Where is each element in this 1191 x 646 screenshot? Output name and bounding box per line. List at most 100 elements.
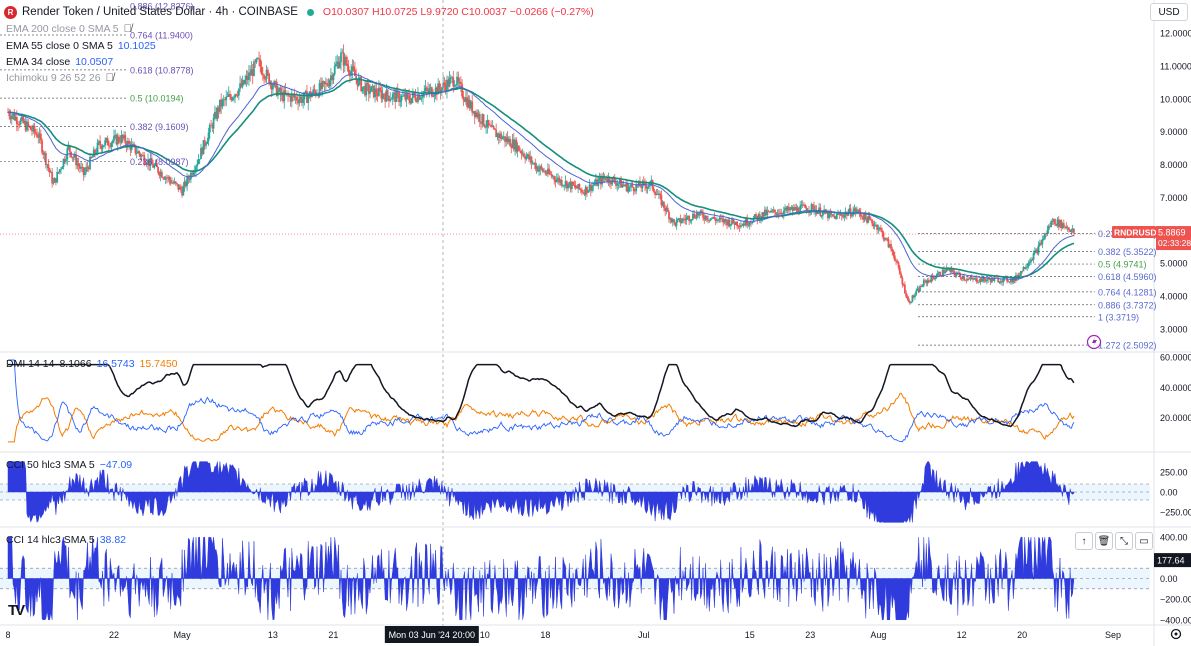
candle-body — [652, 188, 655, 192]
maximize-icon[interactable]: ▭ — [1135, 532, 1153, 550]
candle-body — [587, 190, 590, 193]
candle-body — [290, 94, 293, 102]
candle-body — [835, 214, 838, 220]
arrow-up-icon[interactable]: ↑ — [1075, 532, 1093, 550]
price-tick-label: 7.0000 — [1160, 193, 1188, 203]
candle-body — [555, 179, 558, 182]
candle-body — [60, 168, 62, 170]
candle-body — [747, 224, 750, 226]
collapse-icon[interactable]: ⤡ — [1115, 532, 1133, 550]
candle-body — [906, 296, 909, 299]
candle-body — [886, 238, 889, 240]
cci14-tick-label: −400.00 — [1160, 615, 1191, 625]
candle-body — [457, 76, 460, 83]
fib-level-label: 0.618 (4.5960) — [1098, 272, 1157, 282]
candle-body — [365, 83, 368, 96]
fib-level-label: 1.272 (2.5092) — [1098, 341, 1157, 351]
gear-icon-hub — [1174, 632, 1178, 636]
time-tick-label: 8 — [5, 630, 10, 640]
candle-body — [631, 184, 634, 188]
eye-crossed-icon[interactable]: 👁̸ — [124, 23, 132, 35]
candle-body — [693, 213, 696, 218]
countdown-label: 02:33:28 — [1158, 238, 1191, 248]
candle-body — [892, 251, 895, 256]
legend-ema55[interactable]: EMA 55 close 0 SMA 5 10.1025 — [6, 40, 156, 52]
cci14-tick-label: 400.00 — [1160, 533, 1188, 543]
candle-body — [375, 88, 378, 95]
candle-body — [295, 96, 298, 101]
candle-body — [683, 218, 686, 220]
candle-body — [168, 177, 171, 181]
candle-body — [820, 215, 823, 217]
candle-body — [205, 143, 207, 146]
legend-ema34[interactable]: EMA 34 close 10.0507 — [6, 56, 113, 68]
legend-cci50[interactable]: CCI 50 hlc3 SMA 5 −47.09 — [6, 459, 132, 471]
candle-body — [340, 52, 342, 63]
legend-ichimoku[interactable]: Ichimoku 9 26 52 26 👁̸ — [6, 72, 114, 84]
candle-body — [307, 96, 310, 103]
fib-level-label: 0.382 (5.3522) — [1098, 247, 1157, 257]
currency-selector[interactable]: USD — [1150, 3, 1188, 21]
symbol-title[interactable]: Render Token / United States Dollar · 4h… — [22, 6, 298, 18]
candle-body — [898, 267, 901, 274]
symbol-tag-label: RNDRUSD — [1114, 228, 1157, 238]
candle-body — [52, 182, 55, 184]
tradingview-logo: TV — [8, 602, 25, 619]
candle-body — [461, 84, 464, 97]
candle-body — [811, 204, 814, 206]
time-tick-label: 15 — [745, 630, 755, 640]
time-tick-label: 20 — [1017, 630, 1027, 640]
candle-body — [483, 125, 486, 128]
candle-body — [448, 78, 451, 87]
eye-crossed-icon[interactable]: 👁̸ — [106, 72, 114, 84]
candle-body — [627, 187, 630, 192]
candle-body — [84, 171, 86, 176]
legend-ema200[interactable]: EMA 200 close 0 SMA 5 👁̸ — [6, 23, 132, 35]
fib-level-label: 1 (3.3719) — [1098, 312, 1139, 322]
fib-level-label: 0.764 (11.9400) — [130, 30, 193, 40]
candle-body — [895, 260, 897, 262]
trash-icon[interactable]: 🗑 — [1095, 532, 1113, 550]
candle-body — [548, 168, 551, 174]
chart-canvas[interactable]: 0.886 (12.8276)0.764 (11.9400)0.618 (10.… — [0, 0, 1191, 646]
candle-body — [605, 178, 607, 180]
candle-body — [592, 185, 595, 186]
fib-level-label: 0.5 (4.9741) — [1098, 260, 1147, 270]
candle-body — [386, 90, 389, 97]
candle-body — [398, 92, 400, 102]
candle-body — [525, 156, 528, 160]
candle-body — [907, 298, 910, 302]
candle-body — [579, 188, 582, 190]
candle-body — [856, 211, 858, 213]
candle-body — [335, 63, 337, 67]
candle-body — [541, 168, 544, 172]
candle-body — [796, 207, 799, 213]
candle-body — [89, 156, 91, 170]
candle-body — [128, 140, 130, 144]
candle-body — [572, 181, 575, 186]
time-tick-label: 10 — [480, 630, 490, 640]
cci14-area — [7, 536, 1075, 621]
candle-body — [104, 140, 107, 146]
candle-body — [258, 58, 260, 60]
di-minus-line — [8, 392, 1075, 443]
price-tick-label: 4.0000 — [1160, 292, 1188, 302]
candle-body — [897, 262, 900, 268]
candle-body — [896, 261, 899, 263]
candle-body — [622, 184, 625, 186]
candle-body — [459, 82, 462, 85]
candle-body — [782, 210, 785, 215]
candle-body — [882, 232, 885, 240]
candle-body — [698, 213, 701, 216]
candle-body — [401, 95, 404, 97]
candle-body — [673, 219, 675, 223]
time-tick-label: 12 — [957, 630, 967, 640]
legend-dmi[interactable]: DMI 14 14 8.1066 16.5743 15.7450 — [6, 358, 178, 370]
legend-cci14[interactable]: CCI 14 hlc3 SMA 5 38.82 — [6, 534, 126, 546]
candle-body — [176, 183, 178, 185]
candle-body — [1025, 267, 1027, 269]
cci14-value-label: 177.64 — [1157, 556, 1185, 566]
cci50-area — [7, 461, 1075, 523]
candle-body — [179, 186, 182, 190]
candle-body — [226, 96, 229, 98]
